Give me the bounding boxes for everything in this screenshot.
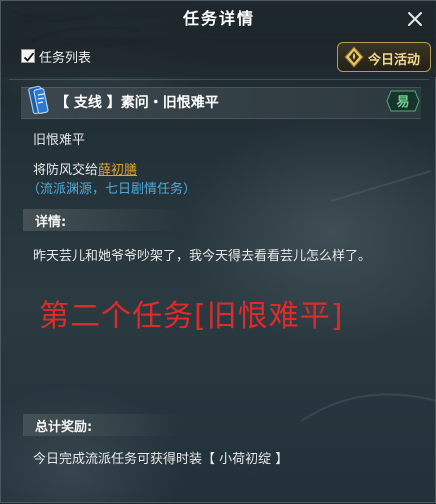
- divider: [9, 79, 429, 80]
- difficulty-label: 易: [396, 95, 410, 110]
- details-heading: 详情:: [35, 215, 67, 230]
- window-title: 任务详情: [182, 9, 255, 28]
- details-text: 昨天芸儿和她爷爷吵架了，我今天得去看看芸儿怎么样了。: [33, 249, 372, 264]
- check-icon: [23, 52, 35, 62]
- quest-list-checkbox[interactable]: [21, 49, 35, 63]
- annotation-text: 第二个任务[旧恨难平]: [39, 299, 344, 334]
- quest-scroll-icon: [28, 85, 49, 115]
- rewards-text: 今日完成流派任务可获得时装【 小荷初绽 】: [33, 452, 289, 467]
- quest-hint: （流派渊源，七日剧情任务）: [27, 182, 197, 197]
- close-icon[interactable]: [405, 9, 425, 29]
- quest-title: 【 支线 】素问・旧恨难平: [55, 95, 219, 111]
- close-button[interactable]: [405, 9, 425, 29]
- objective-prefix: 将防风交给: [33, 163, 99, 178]
- quest-list-label[interactable]: 任务列表: [39, 47, 91, 66]
- today-activity-label: 今日活动: [368, 53, 421, 68]
- quest-name-line: 旧恨难平: [33, 133, 86, 148]
- quest-detail-window: 任务详情 任务列表 今日活动 【 支线 】素问・旧恨难平 易 旧恨难平 将防风交…: [0, 0, 436, 503]
- today-activity-button[interactable]: 今日活动: [337, 42, 431, 72]
- quest-objective: 将防风交给薛初膳: [33, 159, 137, 178]
- npc-link[interactable]: 薛初膳: [98, 163, 137, 178]
- lotus-emblem-icon: [344, 46, 364, 68]
- rewards-heading: 总计奖励:: [35, 420, 93, 435]
